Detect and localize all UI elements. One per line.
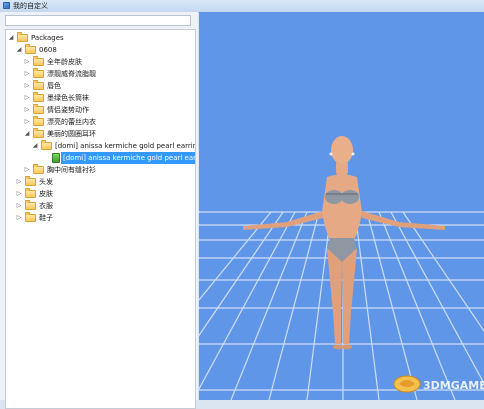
tree-node-earrings-category[interactable]: ◢ 美丽的圆圈耳环 bbox=[6, 128, 195, 140]
tree-node-item[interactable]: ▷ 胸中间有缝衬衫 bbox=[6, 164, 195, 176]
folder-icon bbox=[25, 176, 36, 186]
tree-node-item[interactable]: ▷ 墨绿色长筒袜 bbox=[6, 92, 195, 104]
folder-icon bbox=[41, 140, 52, 150]
collapsed-arrow-icon[interactable]: ▷ bbox=[24, 107, 30, 113]
collapsed-arrow-icon[interactable]: ▷ bbox=[16, 203, 22, 209]
tree-label: 漂靓威脊流脂靓 bbox=[47, 70, 96, 78]
folder-icon bbox=[33, 164, 44, 174]
app-icon bbox=[3, 2, 10, 9]
tree-label: [domi] anissa kermiche gold pearl earrin… bbox=[63, 154, 196, 162]
collapsed-arrow-icon[interactable]: ▷ bbox=[24, 167, 30, 173]
tree-node-hair[interactable]: ▷ 头发 bbox=[6, 176, 195, 188]
folder-icon bbox=[33, 56, 44, 66]
folder-icon bbox=[25, 44, 36, 54]
folder-icon bbox=[33, 92, 44, 102]
expanded-arrow-icon[interactable]: ◢ bbox=[24, 131, 30, 137]
left-pane: ◢ Packages ◢ 0608 ▷ 全年龄皮肤 ▷ 漂靓威脊流脂靓 ▷ 唇色… bbox=[0, 12, 198, 409]
package-file-icon bbox=[52, 153, 60, 163]
tree-label: 墨绿色长筒袜 bbox=[47, 94, 89, 102]
3d-preview-viewport[interactable] bbox=[199, 12, 484, 400]
tree-node-skin[interactable]: ▷ 皮肤 bbox=[6, 188, 195, 200]
folder-icon bbox=[25, 188, 36, 198]
folder-icon bbox=[17, 32, 28, 42]
folder-icon bbox=[33, 128, 44, 138]
tree-label: 头发 bbox=[39, 178, 53, 186]
collapsed-arrow-icon[interactable]: ▷ bbox=[24, 71, 30, 77]
folder-icon bbox=[25, 200, 36, 210]
watermark-logo-icon bbox=[393, 375, 421, 393]
folder-icon bbox=[33, 104, 44, 114]
expanded-arrow-icon[interactable]: ◢ bbox=[16, 47, 22, 53]
collapsed-arrow-icon[interactable]: ▷ bbox=[16, 191, 22, 197]
tree-node-earring-folder[interactable]: ◢ [domi] anissa kermiche gold pearl earr… bbox=[6, 140, 196, 152]
tree-label: 0608 bbox=[39, 46, 57, 54]
folder-icon bbox=[25, 212, 36, 222]
search-input[interactable] bbox=[5, 15, 191, 26]
tree-label: 胸中间有缝衬衫 bbox=[47, 166, 96, 174]
tree-node-0608[interactable]: ◢ 0608 bbox=[6, 44, 195, 56]
folder-icon bbox=[33, 80, 44, 90]
tree-node-item[interactable]: ▷ 情侣姿势动作 bbox=[6, 104, 195, 116]
tree-label: [domi] anissa kermiche gold pearl earrin… bbox=[55, 142, 196, 150]
tree-label: Packages bbox=[31, 34, 64, 42]
tree-node-earring-file[interactable]: [domi] anissa kermiche gold pearl earrin… bbox=[6, 152, 196, 164]
folder-icon bbox=[33, 116, 44, 126]
tree-node-shoes[interactable]: ▷ 鞋子 bbox=[6, 212, 195, 224]
window-title: 我的自定义 bbox=[13, 2, 48, 10]
collapsed-arrow-icon[interactable]: ▷ bbox=[24, 83, 30, 89]
collapsed-arrow-icon[interactable]: ▷ bbox=[24, 95, 30, 101]
tree-label: 鞋子 bbox=[39, 214, 53, 222]
tree-label: 衣服 bbox=[39, 202, 53, 210]
tree-node-item[interactable]: ▷ 漂靓威脊流脂靓 bbox=[6, 68, 195, 80]
collapsed-arrow-icon[interactable]: ▷ bbox=[24, 59, 30, 65]
package-tree[interactable]: ◢ Packages ◢ 0608 ▷ 全年龄皮肤 ▷ 漂靓威脊流脂靓 ▷ 唇色… bbox=[5, 29, 196, 409]
preview-scene bbox=[199, 12, 484, 400]
tree-label: 情侣姿势动作 bbox=[47, 106, 89, 114]
tree-node-item[interactable]: ▷ 全年龄皮肤 bbox=[6, 56, 195, 68]
expanded-arrow-icon[interactable]: ◢ bbox=[8, 35, 14, 41]
tree-node-packages[interactable]: ◢ Packages bbox=[6, 32, 195, 44]
tree-label: 全年龄皮肤 bbox=[47, 58, 82, 66]
tree-node-item[interactable]: ▷ 唇色 bbox=[6, 80, 195, 92]
tree-label: 皮肤 bbox=[39, 190, 53, 198]
tree-label: 漂亮的蕾丝内衣 bbox=[47, 118, 96, 126]
tree-node-item[interactable]: ▷ 漂亮的蕾丝内衣 bbox=[6, 116, 195, 128]
tree-node-clothes[interactable]: ▷ 衣服 bbox=[6, 200, 195, 212]
tree-label: 美丽的圆圈耳环 bbox=[47, 130, 96, 138]
collapsed-arrow-icon[interactable]: ▷ bbox=[24, 119, 30, 125]
collapsed-arrow-icon[interactable]: ▷ bbox=[16, 179, 22, 185]
folder-icon bbox=[33, 68, 44, 78]
tree-label: 唇色 bbox=[47, 82, 61, 90]
collapsed-arrow-icon[interactable]: ▷ bbox=[16, 215, 22, 221]
watermark-text: 3DMGAME bbox=[423, 379, 484, 392]
expanded-arrow-icon[interactable]: ◢ bbox=[32, 143, 38, 149]
